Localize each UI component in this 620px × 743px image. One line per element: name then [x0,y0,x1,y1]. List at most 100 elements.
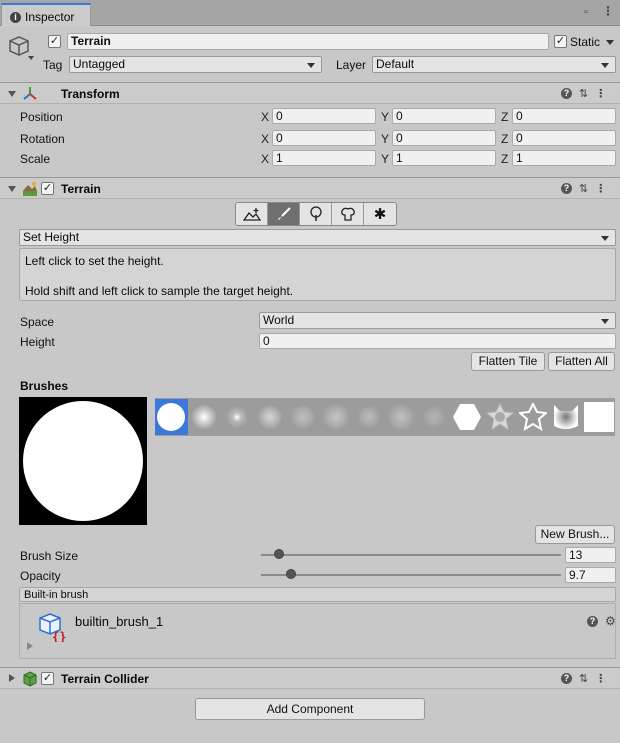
help-text-line2: Hold shift and left click to sample the … [25,284,294,298]
foldout-arrow-icon[interactable] [27,642,33,650]
opacity-slider-handle[interactable] [286,569,296,579]
presets-icon[interactable]: ⇅ [579,87,588,100]
terrain-toolbar: ✱ [235,202,397,226]
position-z-label: Z [501,110,509,124]
foldout-arrow-icon[interactable] [9,674,15,682]
opacity-slider-track[interactable] [261,574,561,576]
height-field[interactable]: 0 [259,333,616,349]
scale-label: Scale [20,152,51,166]
paint-terrain-tool[interactable] [268,203,300,225]
brush-thumb-6[interactable] [319,399,352,435]
rotation-z-label: Z [501,132,509,146]
paint-details-tool[interactable] [332,203,364,225]
tab-inspector[interactable]: i Inspector [1,3,91,26]
brush-thumb-8[interactable] [385,399,418,435]
scale-z-field[interactable]: 1 [512,150,616,166]
terrain-enabled-checkbox[interactable]: ✓ [41,182,54,195]
brush-size-slider-handle[interactable] [274,549,284,559]
scale-x-field[interactable]: 1 [272,150,376,166]
rotation-y-label: Y [381,132,390,146]
presets-icon[interactable]: ⇅ [579,182,588,195]
brush-thumb-hexagon[interactable] [451,399,484,435]
scale-y-label: Y [381,152,390,166]
active-checkbox[interactable]: ✓ [48,35,61,48]
static-dropdown-icon[interactable] [606,40,614,45]
builtin-brush-header: Built-in brush [19,587,616,602]
terrain-help-box: Left click to set the height. Hold shift… [19,248,616,301]
tab-bar: i Inspector ▫ ⋮ [0,0,620,26]
brush-asset-panel: {} builtin_brush_1 ? ⚙ [19,603,616,659]
terrain-mode-dropdown[interactable]: Set Height [19,229,616,246]
static-checkbox[interactable]: ✓ [554,35,567,48]
flatten-tile-button[interactable]: Flatten Tile [471,352,545,371]
terrain-collider-title: Terrain Collider [61,672,149,686]
transform-icon [22,86,38,102]
flatten-all-button[interactable]: Flatten All [548,352,615,371]
rotation-z-field[interactable]: 0 [512,130,616,146]
space-label: Space [20,315,55,329]
terrain-collider-header[interactable]: ✓ Terrain Collider ? ⇅ ⋮ [0,667,620,689]
help-icon[interactable]: ? [561,673,572,684]
inspector-panel: ✓ Terrain ✓ Static Tag Untagged Layer De… [0,26,620,743]
brush-thumb-3[interactable] [221,399,254,435]
position-x-label: X [261,110,270,124]
static-label: Static [570,35,601,49]
brush-thumb-4[interactable] [254,399,287,435]
raise-lower-terrain-tool[interactable] [236,203,268,225]
height-label: Height [20,335,55,349]
help-icon[interactable]: ? [561,183,572,194]
brush-thumb-1[interactable] [155,399,188,435]
transform-header[interactable]: Transform ? ⇅ ⋮ [0,82,620,104]
new-brush-button[interactable]: New Brush... [535,525,615,544]
brush-thumb-cat[interactable] [549,399,582,435]
space-dropdown[interactable]: World [259,312,616,329]
position-z-field[interactable]: 0 [512,108,616,124]
context-menu-icon[interactable]: ⋮ [595,672,606,685]
brush-thumb-2[interactable] [188,399,221,435]
brush-thumb-star-soft[interactable] [484,399,517,435]
gameobject-cube-icon[interactable] [8,34,34,60]
gameobject-name-field[interactable]: Terrain [67,33,549,50]
help-icon[interactable]: ? [587,615,598,627]
help-icon[interactable]: ? [561,88,572,99]
scale-y-field[interactable]: 1 [392,150,496,166]
brush-size-label: Brush Size [20,549,79,563]
brush-preview [19,397,147,525]
terrain-header[interactable]: ✓ Terrain ? ⇅ ⋮ [0,177,620,199]
foldout-arrow-icon[interactable] [8,91,16,97]
brush-thumb-7[interactable] [352,399,385,435]
position-x-field[interactable]: 0 [272,108,376,124]
tag-dropdown[interactable]: Untagged [69,56,322,73]
presets-icon[interactable]: ⇅ [579,672,588,685]
window-menu-icon[interactable]: ⋮ [602,4,614,18]
add-component-button[interactable]: Add Component [195,698,425,720]
paint-trees-tool[interactable] [300,203,332,225]
svg-text:{}: {} [52,630,66,642]
opacity-label: Opacity [20,569,61,583]
brush-thumb-5[interactable] [286,399,319,435]
rotation-y-field[interactable]: 0 [392,130,496,146]
context-menu-icon[interactable]: ⋮ [595,182,606,195]
collider-icon [22,671,38,687]
layer-label: Layer [336,58,367,72]
lock-icon[interactable]: ▫ [584,6,588,18]
brush-asset-name: builtin_brush_1 [75,614,164,629]
context-menu-icon[interactable]: ⋮ [595,87,606,100]
brush-thumb-square[interactable] [582,399,615,435]
help-text-line1: Left click to set the height. [25,254,164,268]
rotation-x-label: X [261,132,270,146]
gear-icon[interactable]: ⚙ [605,614,616,628]
position-label: Position [20,110,63,124]
layer-dropdown[interactable]: Default [372,56,616,73]
brush-size-field[interactable]: 13 [565,547,616,563]
foldout-arrow-icon[interactable] [8,186,16,192]
opacity-field[interactable]: 9.7 [565,567,616,583]
terrain-settings-tool[interactable]: ✱ [364,203,396,225]
brush-thumb-star[interactable] [516,399,549,435]
brush-thumb-9[interactable] [418,399,451,435]
position-y-field[interactable]: 0 [392,108,496,124]
transform-title: Transform [61,87,120,101]
brush-size-slider-track[interactable] [261,554,561,556]
rotation-x-field[interactable]: 0 [272,130,376,146]
terrain-collider-enabled-checkbox[interactable]: ✓ [41,672,54,685]
